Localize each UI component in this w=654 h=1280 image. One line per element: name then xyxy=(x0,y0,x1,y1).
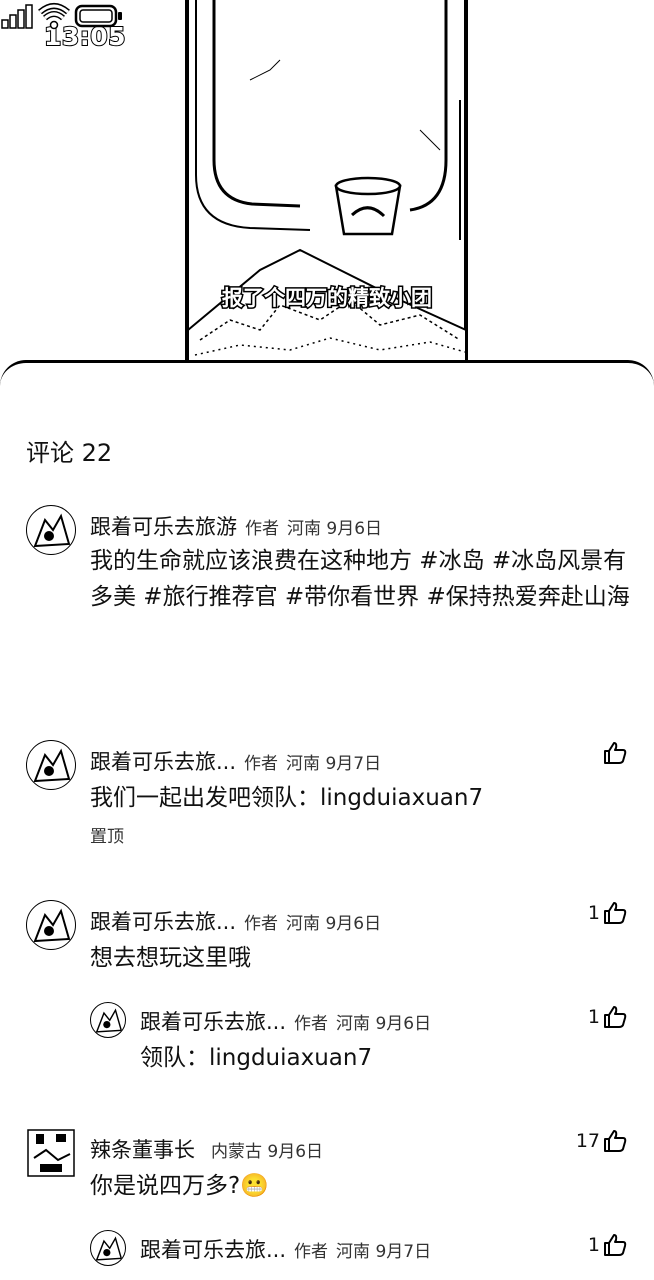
like-button[interactable]: 1 xyxy=(588,1232,628,1258)
thumbs-up-icon xyxy=(604,742,627,764)
comment-author[interactable]: 跟着可乐去旅游 xyxy=(90,515,237,539)
like-button[interactable]: 17 xyxy=(576,1128,628,1154)
pinned-label: 置顶 xyxy=(90,827,124,847)
like-count: 1 xyxy=(587,1234,600,1256)
reply-item[interactable]: 跟着可乐去旅... 作者 河南 9月7日 1 xyxy=(0,1230,654,1280)
like-count: 17 xyxy=(575,1130,600,1152)
comments-count-title: 评论 22 xyxy=(26,439,113,467)
avatar[interactable] xyxy=(26,1128,76,1178)
comment-date: 9月6日 xyxy=(267,1142,324,1162)
video-player[interactable]: 13:05 报了个四万的精致小团 xyxy=(0,0,654,372)
comment-location: 河南 xyxy=(336,1014,371,1034)
thumbs-up-icon xyxy=(604,1130,627,1152)
author-tag: 作者 xyxy=(244,914,279,934)
comment-date: 9月7日 xyxy=(375,1242,432,1262)
comment-item[interactable]: 跟着可乐去旅游 作者 河南 9月6日 我的生命就应该浪费在这种地方 #冰岛 #冰岛风… xyxy=(0,505,654,675)
thumbs-up-icon xyxy=(604,1006,627,1028)
comment-text: 我们一起出发吧领队：lingduiaxuan7 xyxy=(90,785,484,811)
comment-author[interactable]: 跟着可乐去旅... xyxy=(140,1238,286,1262)
like-button[interactable]: 1 xyxy=(588,900,628,926)
comment-item[interactable]: 跟着可乐去旅... 作者 河南 9月6日 1 想去想玩这里哦 xyxy=(0,900,654,980)
comment-date: 9月6日 xyxy=(375,1014,432,1034)
author-tag: 作者 xyxy=(244,754,279,774)
avatar[interactable] xyxy=(26,505,76,555)
reply-item[interactable]: 跟着可乐去旅... 作者 河南 9月6日 1 领队：lingduiaxuan7 xyxy=(0,1002,654,1082)
avatar[interactable] xyxy=(26,740,76,790)
avatar[interactable] xyxy=(90,1002,126,1038)
comment-text: 你是说四万多?😬 xyxy=(90,1173,269,1199)
like-button[interactable]: 1 xyxy=(588,1004,628,1030)
comment-date: 9月6日 xyxy=(326,519,383,539)
like-count: 1 xyxy=(587,1006,600,1028)
video-frame-image xyxy=(185,0,468,366)
comment-location: 河南 xyxy=(287,519,321,539)
signal-icon xyxy=(1,4,33,29)
avatar[interactable] xyxy=(90,1230,126,1266)
comment-author[interactable]: 跟着可乐去旅... xyxy=(90,750,236,774)
thumbs-up-icon xyxy=(604,902,627,924)
comment-item[interactable]: 辣条董事长 内蒙古 9月6日 17 你是说四万多?😬 xyxy=(0,1128,654,1208)
wifi-icon xyxy=(38,3,70,30)
video-subtitle: 报了个四万的精致小团 xyxy=(221,285,434,312)
like-button[interactable] xyxy=(600,740,628,766)
comment-location: 内蒙古 xyxy=(211,1142,262,1162)
comment-text: 我的生命就应该浪费在这种地方 #冰岛 #冰岛风景有多美 #旅行推荐官 #带你看世… xyxy=(90,548,630,610)
author-tag: 作者 xyxy=(294,1242,329,1262)
author-tag: 作者 xyxy=(294,1014,329,1034)
comment-date: 9月7日 xyxy=(325,754,382,774)
comment-author[interactable]: 辣条董事长 xyxy=(90,1138,195,1162)
comment-item[interactable]: 跟着可乐去旅... 作者 河南 9月7日 我们一起出发吧领队：lingduiaxua… xyxy=(0,740,654,850)
comment-author[interactable]: 跟着可乐去旅... xyxy=(90,910,236,934)
comment-date: 9月6日 xyxy=(325,914,382,934)
avatar[interactable] xyxy=(26,900,76,950)
thumbs-up-icon xyxy=(604,1234,627,1256)
comment-location: 河南 xyxy=(286,914,321,934)
like-count: 1 xyxy=(587,902,600,924)
comment-location: 河南 xyxy=(336,1242,371,1262)
status-icons xyxy=(1,3,122,30)
comment-text: 想去想玩这里哦 xyxy=(90,945,251,971)
comment-text: 领队：lingduiaxuan7 xyxy=(140,1045,373,1071)
comment-location: 河南 xyxy=(286,754,321,774)
comment-author[interactable]: 跟着可乐去旅... xyxy=(140,1010,286,1034)
author-tag: 作者 xyxy=(245,519,279,539)
battery-icon xyxy=(74,4,122,28)
